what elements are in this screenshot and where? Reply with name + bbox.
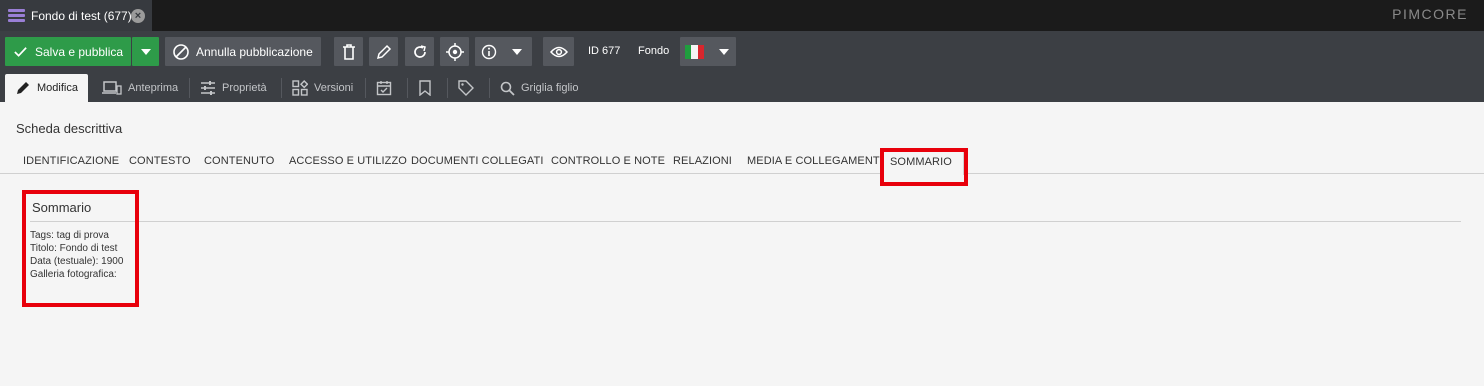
save-publish-label: Salva e pubblica [35,44,124,59]
tab-label: Griglia figlio [521,82,579,94]
highlight-box-summary [22,190,139,307]
tab-contenuto[interactable]: CONTENUTO [204,155,274,167]
tab-modifica[interactable]: Modifica [5,74,88,102]
reload-icon [413,44,426,58]
info-button[interactable] [475,37,532,66]
calendar-check-icon [376,81,392,96]
tab-documenti-collegati[interactable]: DOCUMENTI COLLEGATI [411,155,544,167]
info-icon [481,44,497,59]
tab-label: Anteprima [128,82,179,94]
language-selector[interactable] [680,37,736,66]
editor-content: Scheda descrittiva IDENTIFICAZIONE CONTE… [0,102,1484,386]
tab-label: Proprietà [222,82,267,94]
sliders-icon [201,81,215,95]
trash-icon [342,43,355,60]
tab-relazioni[interactable]: RELAZIONI [673,155,732,167]
italy-flag-icon [685,44,704,59]
chevron-down-icon [719,48,729,55]
widgets-icon [292,80,308,96]
object-list-icon [8,7,25,24]
search-icon [500,81,515,96]
editor-tabs: Modifica Anteprima Proprietà Versioni Gr… [0,71,1484,102]
document-tab[interactable]: Fondo di test (677) × [0,0,152,31]
unpublish-button[interactable]: Annulla pubblicazione [165,37,321,66]
pencil-icon [376,44,391,59]
tab-accesso-e-utilizzo[interactable]: ACCESSO E UTILIZZO [289,155,407,167]
tab-label: Modifica [37,82,78,94]
tab-identificazione[interactable]: IDENTIFICAZIONE [23,155,119,167]
action-toolbar: Salva e pubblica Annulla pubblicazione I… [0,31,1484,71]
tab-label: Versioni [314,82,354,94]
locate-in-tree-button[interactable] [440,37,469,66]
tab-anteprima[interactable]: Anteprima [92,74,188,102]
eye-icon [549,46,568,57]
layout-tabs: IDENTIFICAZIONE CONTESTO CONTENUTO ACCES… [0,150,1484,175]
devices-icon [102,81,122,95]
chevron-down-icon [140,48,151,55]
document-tab-bar: Fondo di test (677) × PIMCORE [0,0,1484,31]
delete-button[interactable] [334,37,363,66]
tab-media-e-collegamenti[interactable]: MEDIA E COLLEGAMENTI [747,155,883,167]
save-options-dropdown[interactable] [132,37,159,66]
tab-griglia-figlio[interactable]: Griglia figlio [490,74,590,102]
block-icon [173,43,189,60]
tab-tags[interactable] [448,74,488,102]
class-name-label: Fondo [638,45,670,57]
check-icon [14,47,27,57]
chevron-down-icon [512,48,522,55]
tab-controllo-e-note[interactable]: CONTROLLO E NOTE [551,155,665,167]
tab-contesto[interactable]: CONTESTO [129,155,191,167]
tab-versioni[interactable]: Versioni [282,74,362,102]
tab-scheduling[interactable] [366,74,406,102]
highlight-box-tab [880,148,968,186]
preview-button[interactable] [543,37,574,66]
close-icon[interactable]: × [131,9,145,23]
tag-icon [458,80,474,96]
pencil-icon [17,82,29,94]
tab-dependencies[interactable] [408,74,446,102]
unpublish-label: Annulla pubblicazione [196,44,313,59]
save-publish-button[interactable]: Salva e pubblica [5,37,131,66]
summary-divider [30,221,1461,222]
bookmark-icon [419,80,431,96]
tab-proprieta[interactable]: Proprietà [190,74,280,102]
reload-button[interactable] [405,37,434,66]
document-tab-title: Fondo di test (677) [31,8,132,23]
panel-title: Scheda descrittiva [16,121,123,136]
rename-button[interactable] [369,37,398,66]
target-icon [445,42,464,61]
pimcore-logo: PIMCORE [1392,6,1468,22]
object-id-label: ID 677 [588,45,621,57]
